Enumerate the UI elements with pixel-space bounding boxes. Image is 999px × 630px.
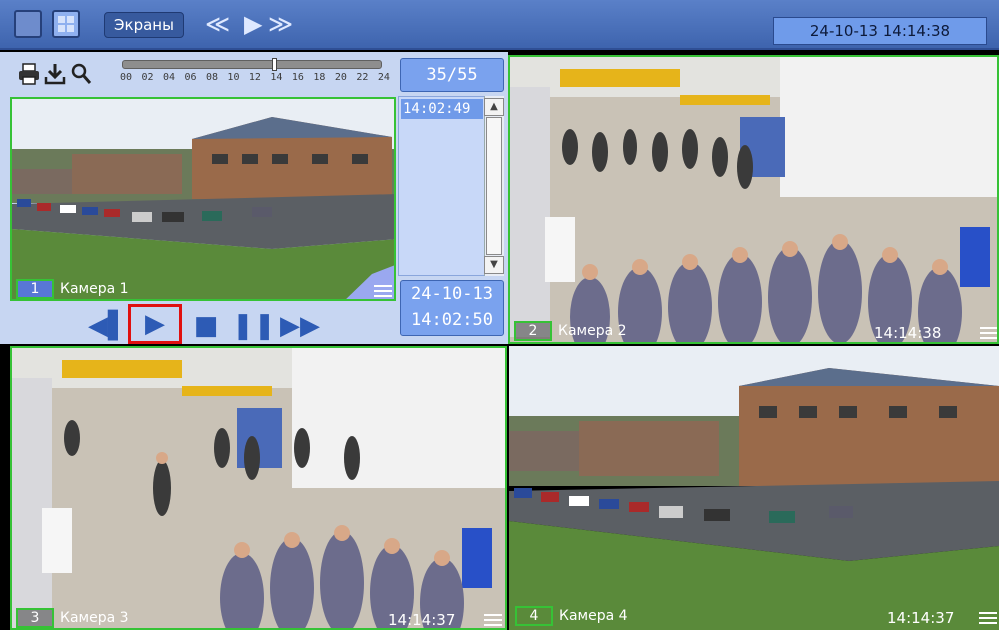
stop-icon[interactable]: ■: [186, 308, 226, 344]
camera-1-number: 1: [16, 279, 54, 299]
timeline-tick-label: 08: [205, 72, 218, 83]
record-counter: 35/55: [400, 58, 504, 92]
search-icon[interactable]: [70, 62, 92, 86]
menu-icon[interactable]: [484, 614, 502, 628]
camera-1-label: 1 Камера 1: [16, 279, 129, 299]
camera-3-name: Камера 3: [60, 610, 129, 626]
timeline-tick-label: 04: [162, 72, 176, 83]
playback-time: 14:02:50: [411, 310, 493, 330]
camera-1-feed: [12, 99, 394, 299]
list-item[interactable]: 14:02:49: [401, 99, 483, 119]
menu-icon[interactable]: [979, 612, 997, 626]
timeline-tick-label: 18: [313, 72, 326, 83]
camera-tile-3[interactable]: 3 Камера 3 14:14:37: [10, 346, 507, 630]
timeline-tick-label: 22: [356, 72, 369, 83]
camera-3-label: 3 Камера 3: [16, 608, 129, 628]
grid-view-icon[interactable]: [52, 10, 80, 38]
timeline-position-marker[interactable]: [272, 58, 277, 71]
playback-date: 24-10-13: [411, 284, 493, 304]
camera-tile-1[interactable]: 1 Камера 1: [10, 97, 396, 301]
camera-2-name: Камера 2: [558, 323, 627, 339]
current-datetime: 24-10-13 14:14:38: [773, 17, 987, 45]
rewind-icon[interactable]: ≪: [205, 10, 230, 38]
scroll-thumb[interactable]: [486, 117, 502, 255]
timeline-ticks: 00 02 04 06 08 10 12 14 16 18 20 22 24: [120, 72, 390, 86]
single-view-icon[interactable]: [14, 10, 42, 38]
camera-tile-2[interactable]: 2 Камера 2 14:14:38: [508, 55, 999, 344]
screens-button[interactable]: Экраны: [104, 12, 184, 38]
scroll-down-icon[interactable]: ▼: [484, 256, 504, 274]
camera-2-number: 2: [514, 321, 552, 341]
step-back-icon[interactable]: ◀▌: [88, 308, 128, 344]
scroll-up-icon[interactable]: ▲: [484, 98, 504, 116]
timeline-tick-label: 14: [270, 72, 283, 83]
camera-4-feed: [509, 346, 999, 630]
camera-1-name: Камера 1: [60, 281, 129, 297]
camera-3-number: 3: [16, 608, 54, 628]
timeline-tick-label: 02: [141, 72, 154, 83]
camera-4-name: Камера 4: [559, 608, 628, 624]
timeline-tick-label: 06: [184, 72, 197, 83]
timeline-tick-label: 12: [248, 72, 261, 83]
camera-2-time: 14:14:38: [874, 324, 942, 342]
download-icon[interactable]: [44, 62, 66, 86]
menu-icon[interactable]: [980, 327, 997, 341]
menu-icon[interactable]: [374, 285, 392, 299]
step-forward-icon[interactable]: ▶▶: [280, 308, 320, 344]
fast-forward-icon[interactable]: ≫: [268, 10, 293, 38]
camera-4-number: 4: [515, 606, 553, 626]
camera-tile-4[interactable]: 4 Камера 4 14:14:37: [509, 346, 999, 630]
timeline-tick-label: 16: [291, 72, 304, 83]
camera-3-time: 14:14:37: [388, 611, 456, 629]
camera-2-label: 2 Камера 2: [514, 321, 627, 341]
camera-4-time: 14:14:37: [887, 609, 955, 627]
timeline-tick-label: 00: [120, 72, 133, 83]
timeline-tick-label: 20: [334, 72, 347, 83]
timeline-tick-label: 10: [227, 72, 240, 83]
timeline-tick-label: 24: [377, 72, 390, 83]
play-icon[interactable]: ▶: [244, 10, 262, 38]
print-icon[interactable]: [18, 62, 40, 86]
camera-2-feed: [510, 57, 997, 342]
top-toolbar: Экраны ≪ ▶ ≫ 24-10-13 14:14:38: [0, 0, 999, 50]
play-icon[interactable]: ▶: [128, 304, 182, 344]
playback-datetime: 24-10-13 14:02:50: [400, 280, 504, 336]
camera-3-feed: [12, 348, 505, 628]
camera-4-label: 4 Камера 4: [515, 606, 628, 626]
timeline-slider[interactable]: [122, 58, 384, 71]
pause-icon[interactable]: ❚❚: [232, 308, 276, 344]
